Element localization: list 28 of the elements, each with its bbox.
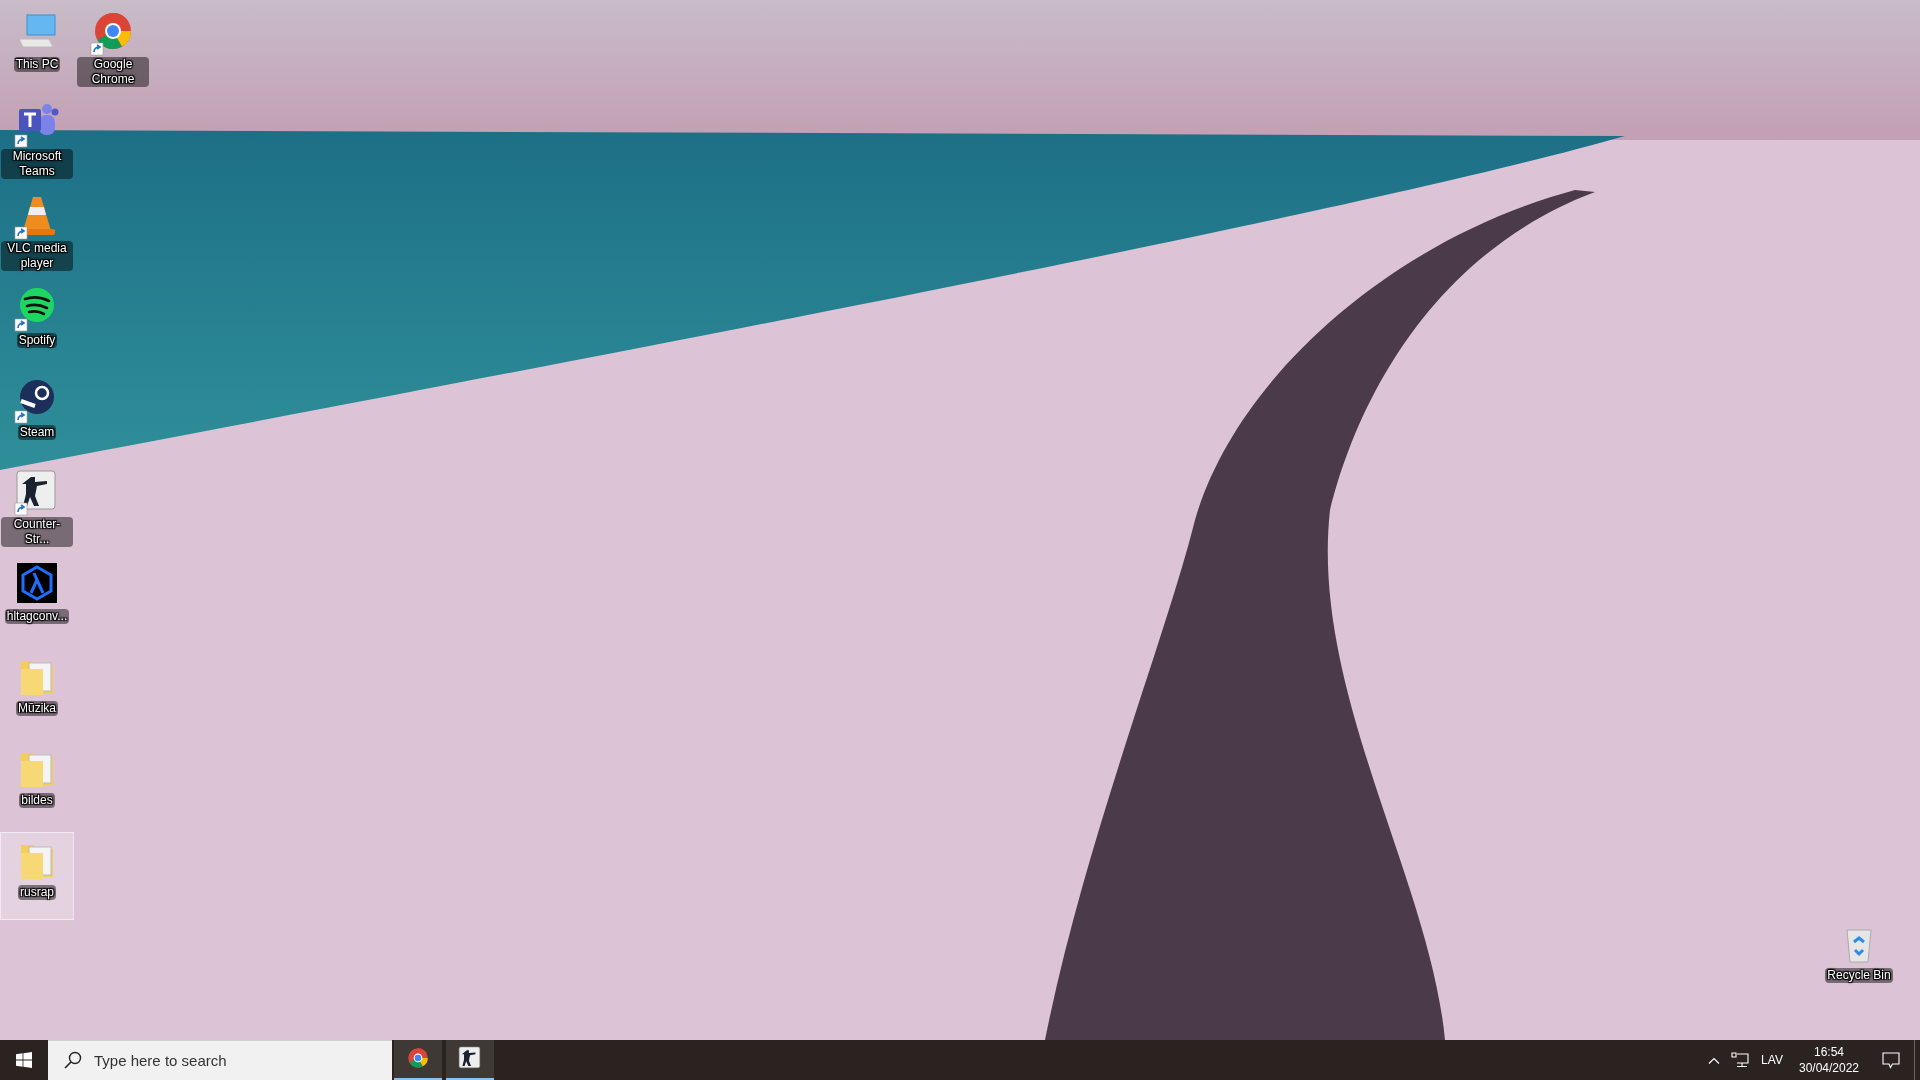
desktop-icon[interactable]: Recycle Bin	[1820, 924, 1898, 983]
desktop-icon[interactable]: rusrap	[0, 832, 74, 920]
desktop-icon[interactable]: Spotify	[0, 280, 74, 368]
clock-button[interactable]: 16:54 30/04/2022	[1790, 1040, 1868, 1080]
chevron-up-icon	[1708, 1056, 1720, 1064]
desktop-icon[interactable]: Microsoft Teams	[0, 96, 74, 184]
windows-logo-icon	[16, 1052, 32, 1068]
icon-label: Google Chrome	[77, 57, 149, 87]
notification-icon	[1882, 1051, 1900, 1069]
clock-time: 16:54	[1814, 1044, 1844, 1060]
desktop-icon[interactable]: VLC media player	[0, 188, 74, 276]
search-icon	[64, 1051, 82, 1069]
desktop-icon[interactable]: Counter-Str...	[0, 464, 74, 552]
desktop-icon[interactable]: hltagconv...	[0, 556, 74, 644]
taskbar-app-button[interactable]	[394, 1040, 442, 1080]
search-field[interactable]: Type here to search	[48, 1040, 392, 1080]
desktop-icon[interactable]: This PC	[0, 4, 74, 92]
icon-label: VLC media player	[1, 241, 73, 271]
clock-date: 30/04/2022	[1798, 1060, 1860, 1076]
input-language-button[interactable]: LAV	[1754, 1040, 1790, 1080]
desktop-icon[interactable]: Steam	[0, 372, 74, 460]
network-icon	[1731, 1052, 1749, 1068]
desktop-icon[interactable]: Google Chrome	[76, 4, 150, 92]
desktop-icon[interactable]: Mūzika	[0, 648, 74, 736]
icon-label: Microsoft Teams	[1, 149, 73, 179]
desktop-icon[interactable]: bildes	[0, 740, 74, 828]
taskbar-app-button[interactable]	[446, 1040, 494, 1080]
icon-label: Counter-Str...	[1, 517, 73, 547]
